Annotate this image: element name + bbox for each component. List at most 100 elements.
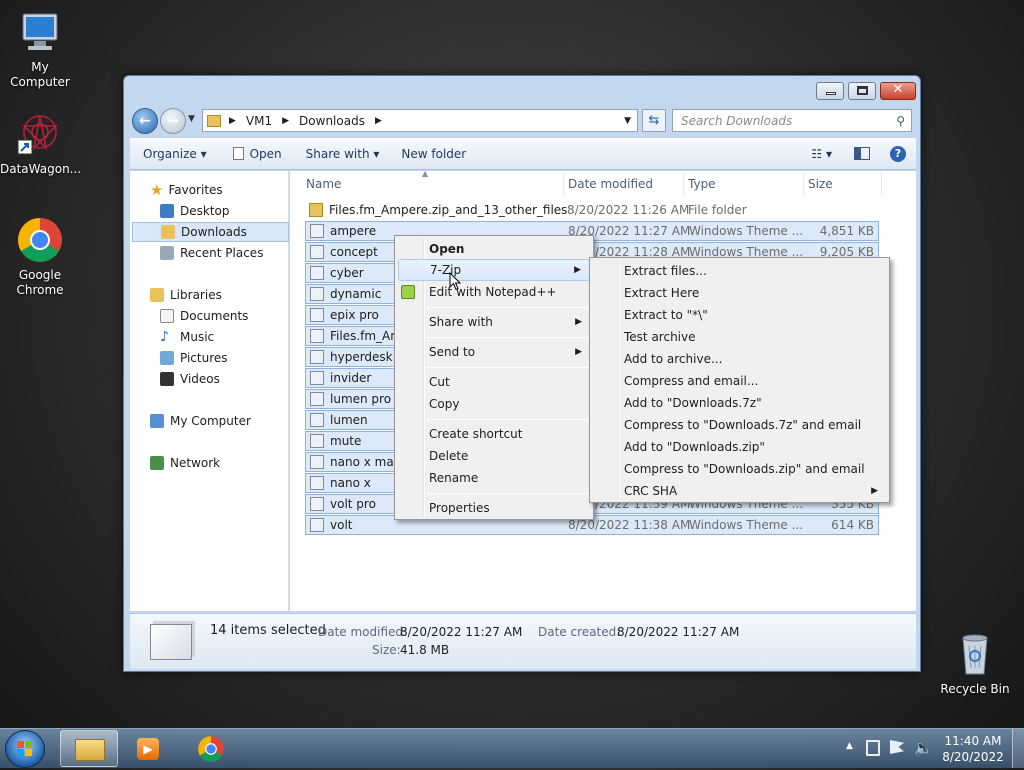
- address-dropdown-icon[interactable]: ▼: [624, 116, 631, 126]
- zip-menu-item[interactable]: Test archive: [593, 326, 886, 348]
- command-bar: Organize ▾ Open Share with ▾ New folder …: [130, 138, 916, 170]
- zip-menu-item[interactable]: CRC SHA ▶: [593, 480, 886, 502]
- search-input[interactable]: Search Downloads ⚲: [672, 109, 912, 132]
- file-name: Files.fm_Ampere.zip_and_13_other_files: [329, 203, 568, 217]
- forward-button[interactable]: →: [160, 108, 186, 134]
- menu-item-open[interactable]: Open: [398, 238, 590, 260]
- menu-item-delete[interactable]: Delete: [398, 445, 590, 467]
- organize-button[interactable]: Organize ▾: [143, 147, 207, 161]
- zip-menu-item[interactable]: Add to archive...: [593, 348, 886, 370]
- show-desktop-button[interactable]: [1012, 729, 1024, 768]
- menu-item-edit-notepad[interactable]: Edit with Notepad++: [398, 281, 590, 303]
- file-type: File folder: [688, 203, 747, 217]
- back-button[interactable]: ←: [132, 108, 158, 134]
- nav-label: Libraries: [170, 288, 222, 302]
- minimize-button[interactable]: [816, 82, 844, 100]
- clock[interactable]: 11:40 AM 8/20/2022: [942, 733, 1004, 765]
- nav-favorites[interactable]: ★ Favorites: [150, 180, 223, 200]
- nav-videos[interactable]: Videos: [160, 369, 220, 389]
- menu-label: Compress to "Downloads.zip" and email: [624, 462, 865, 476]
- nav-my-computer[interactable]: My Computer: [150, 411, 251, 431]
- column-header-date[interactable]: Date modified: [564, 171, 684, 197]
- search-icon: ⚲: [896, 113, 905, 128]
- taskbar-explorer-button[interactable]: [60, 730, 118, 767]
- volume-icon[interactable]: 🔈: [914, 739, 933, 757]
- menu-label: Extract to "*\": [624, 308, 708, 322]
- maximize-button[interactable]: [848, 82, 876, 100]
- taskbar-media-player-button[interactable]: ▶: [119, 730, 177, 767]
- nav-recent-places[interactable]: Recent Places: [160, 243, 263, 263]
- nav-label: Downloads: [181, 225, 247, 239]
- zip-menu-item[interactable]: Add to "Downloads.7z": [593, 392, 886, 414]
- network-tray-icon[interactable]: [866, 740, 880, 756]
- desktop-icon-google-chrome[interactable]: Google Chrome: [0, 216, 80, 298]
- theme-file-icon: [310, 497, 324, 511]
- nav-documents[interactable]: Documents: [160, 306, 248, 326]
- open-button[interactable]: Open: [232, 147, 282, 161]
- theme-file-icon: [310, 287, 324, 301]
- address-bar[interactable]: ▶ VM1 ▶ Downloads ▶ ▼: [202, 109, 638, 132]
- menu-label: Cut: [429, 375, 450, 389]
- file-row[interactable]: Files.fm_Ampere.zip_and_13_other_files 8/…: [305, 200, 879, 220]
- menu-item-cut[interactable]: Cut: [398, 371, 590, 393]
- zip-menu-item[interactable]: Extract Here: [593, 282, 886, 304]
- column-header-type[interactable]: Type: [684, 171, 804, 197]
- menu-item-copy[interactable]: Copy: [398, 393, 590, 415]
- show-hidden-icons-button[interactable]: ▲: [846, 741, 853, 751]
- pictures-icon: [160, 351, 174, 365]
- nav-pictures[interactable]: Pictures: [160, 348, 228, 368]
- breadcrumb-downloads[interactable]: Downloads: [299, 114, 365, 128]
- nav-desktop[interactable]: Desktop: [160, 201, 230, 221]
- nav-label: Music: [180, 330, 215, 344]
- column-header-size[interactable]: Size: [804, 171, 882, 197]
- menu-item-properties[interactable]: Properties: [398, 497, 590, 519]
- column-header-name[interactable]: Name: [302, 171, 564, 197]
- network-icon: [150, 456, 164, 470]
- menu-item-send-to[interactable]: Send to ▶: [398, 341, 590, 363]
- organize-label: Organize: [143, 147, 197, 161]
- start-button[interactable]: [5, 730, 45, 768]
- desktop-icon-label: My Computer: [10, 60, 70, 89]
- title-bar[interactable]: ✕: [124, 76, 920, 106]
- media-player-icon: ▶: [137, 738, 159, 760]
- zip-menu-item[interactable]: Add to "Downloads.zip": [593, 436, 886, 458]
- menu-item-create-shortcut[interactable]: Create shortcut: [398, 423, 590, 445]
- close-icon: ✕: [892, 82, 904, 97]
- desktop-icon-recycle-bin[interactable]: Recycle Bin: [935, 630, 1015, 697]
- preview-pane-button[interactable]: [854, 147, 870, 161]
- downloads-folder-icon: [161, 225, 175, 239]
- action-center-flag-icon[interactable]: [890, 740, 904, 754]
- new-folder-button[interactable]: New folder: [401, 147, 466, 161]
- view-options-button[interactable]: ☷ ▾: [811, 147, 832, 161]
- zip-menu-item[interactable]: Compress to "Downloads.zip" and email: [593, 458, 886, 480]
- nav-libraries[interactable]: Libraries: [150, 285, 222, 305]
- menu-item-share-with[interactable]: Share with ▶: [398, 311, 590, 333]
- explorer-folder-icon: [75, 739, 105, 761]
- submenu-arrow-icon: ▶: [575, 347, 582, 357]
- help-button[interactable]: ?: [890, 146, 906, 162]
- submenu-arrow-icon: ▶: [574, 265, 581, 275]
- recent-pages-dropdown[interactable]: ▼: [188, 114, 195, 124]
- desktop-icon-datawagon[interactable]: DataWagon...: [0, 110, 81, 177]
- nav-music[interactable]: ♪ Music: [160, 327, 214, 347]
- back-arrow-icon: ←: [139, 113, 151, 129]
- zip-menu-item[interactable]: Compress and email...: [593, 370, 886, 392]
- nav-downloads[interactable]: Downloads: [132, 222, 289, 242]
- share-with-button[interactable]: Share with ▾: [306, 147, 380, 161]
- menu-separator: [426, 419, 590, 420]
- menu-item-7zip[interactable]: 7-Zip ▶: [398, 259, 590, 281]
- menu-item-rename[interactable]: Rename: [398, 467, 590, 489]
- recent-places-icon: [160, 246, 174, 260]
- clock-time: 11:40 AM: [944, 734, 1002, 748]
- zip-menu-item[interactable]: Extract files...: [593, 260, 886, 282]
- zip-menu-item[interactable]: Compress to "Downloads.7z" and email: [593, 414, 886, 436]
- nav-network[interactable]: Network: [150, 453, 220, 473]
- zip-menu-item[interactable]: Extract to "*\": [593, 304, 886, 326]
- theme-file-icon: [310, 224, 324, 238]
- breadcrumb-vm1[interactable]: VM1: [246, 114, 272, 128]
- size-label: Size:: [372, 643, 401, 657]
- refresh-button[interactable]: ⇆: [642, 109, 666, 132]
- desktop-icon-my-computer[interactable]: My Computer: [0, 8, 80, 90]
- close-button[interactable]: ✕: [880, 82, 916, 100]
- taskbar-chrome-button[interactable]: [182, 730, 240, 767]
